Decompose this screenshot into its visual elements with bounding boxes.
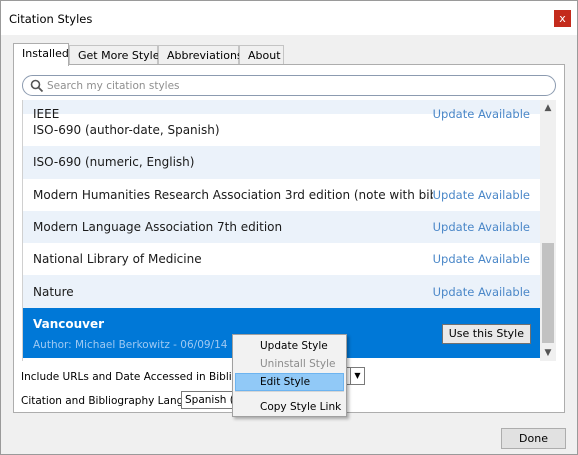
close-icon: x <box>559 12 566 25</box>
list-item[interactable]: ISO-690 (author-date, Spanish) <box>23 114 540 146</box>
menu-separator <box>235 391 344 392</box>
include-urls-dropdown-icon[interactable]: ▼ <box>350 367 365 385</box>
menu-item-update-style[interactable]: Update Style <box>235 337 344 355</box>
tab-about[interactable]: About <box>239 45 284 65</box>
search-icon <box>30 79 44 93</box>
styles-list[interactable]: IEEE Update Available ISO-690 (author-da… <box>22 100 540 361</box>
scroll-down-icon[interactable]: ▼ <box>540 345 556 361</box>
style-name: National Library of Medicine <box>33 252 202 267</box>
menu-item-uninstall-style[interactable]: Uninstall Style <box>235 355 344 373</box>
close-button[interactable]: x <box>554 10 571 27</box>
style-name: ISO-690 (numeric, English) <box>33 155 195 170</box>
list-item[interactable]: ISO-690 (numeric, English) <box>23 146 540 179</box>
menu-item-edit-style[interactable]: Edit Style <box>235 373 344 391</box>
list-scrollbar[interactable]: ▲ ▼ <box>540 100 556 361</box>
update-available-link[interactable]: Update Available <box>433 220 530 234</box>
style-name: Modern Humanities Research Association 3… <box>33 187 433 202</box>
scroll-thumb[interactable] <box>542 243 554 343</box>
style-name: ISO-690 (author-date, Spanish) <box>33 123 220 138</box>
update-available-link[interactable]: Update Available <box>433 285 530 299</box>
list-item[interactable]: Nature Update Available <box>23 275 540 308</box>
update-available-link[interactable]: Update Available <box>433 252 530 266</box>
search-input[interactable] <box>47 77 537 94</box>
tab-abbreviations[interactable]: Abbreviations <box>158 45 243 65</box>
tab-get-more-styles[interactable]: Get More Styles <box>69 45 165 65</box>
list-item[interactable]: IEEE Update Available <box>23 100 540 121</box>
done-button[interactable]: Done <box>501 428 566 449</box>
search-box[interactable] <box>22 75 556 96</box>
menu-item-copy-style-link[interactable]: Copy Style Link <box>235 398 344 416</box>
update-available-link[interactable]: Update Available <box>433 188 530 202</box>
title-bar[interactable]: Citation Styles x <box>1 1 577 35</box>
use-this-style-button[interactable]: Use this Style <box>441 323 531 344</box>
style-name: Nature <box>33 284 74 299</box>
style-context-menu: Update Style Uninstall Style Edit Style … <box>232 334 347 417</box>
list-item[interactable]: Modern Humanities Research Association 3… <box>23 179 540 211</box>
tab-installed[interactable]: Installed <box>13 43 69 66</box>
style-name: Modern Language Association 7th edition <box>33 220 283 235</box>
scroll-up-icon[interactable]: ▲ <box>540 100 556 116</box>
list-item[interactable]: Modern Language Association 7th edition … <box>23 210 540 244</box>
window-title: Citation Styles <box>9 12 93 26</box>
list-item[interactable]: National Library of Medicine Update Avai… <box>23 243 540 275</box>
